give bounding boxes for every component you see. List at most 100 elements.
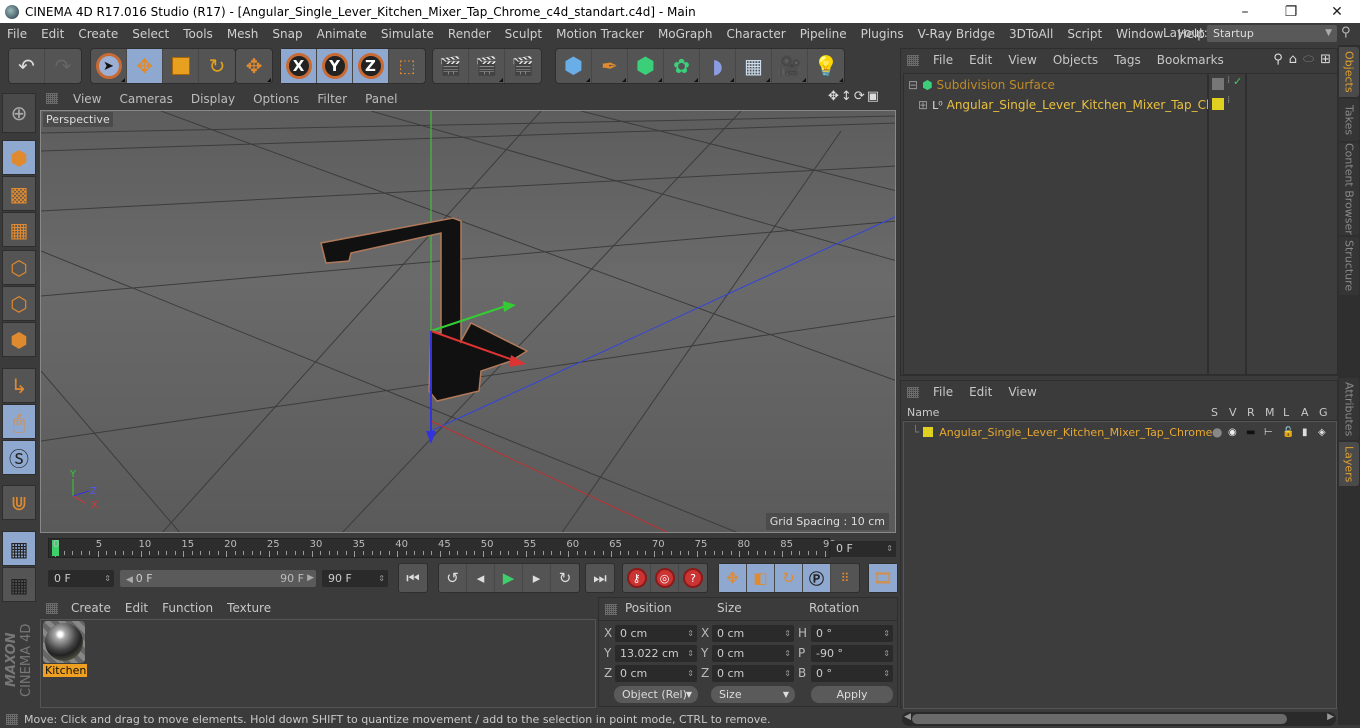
next-frame-button[interactable]: ▸ (523, 564, 551, 592)
menu-3dtoall[interactable]: 3DToAll (1002, 27, 1060, 41)
animation-icon[interactable]: ▮ (1302, 427, 1308, 438)
render-view-button[interactable]: 🎬 (433, 49, 469, 83)
expand-icon[interactable]: ⊞ (918, 98, 928, 112)
column-view[interactable]: V (1229, 406, 1237, 419)
menu-file[interactable]: File (0, 27, 34, 41)
menu-snap[interactable]: Snap (265, 27, 309, 41)
render-clapper-icon[interactable]: ▬ (1246, 427, 1255, 438)
pan-icon[interactable]: ✥ (828, 89, 839, 104)
viewport-menu-cameras[interactable]: Cameras (110, 92, 181, 106)
object-name[interactable]: Subdivision Surface (937, 78, 1055, 92)
lock-workplane-button[interactable]: ▦ (2, 531, 36, 566)
lm-menu-view[interactable]: View (1000, 385, 1044, 399)
panel-grip-icon[interactable] (46, 602, 58, 614)
generator-icon[interactable]: ◈ (1318, 427, 1326, 438)
oval-icon[interactable]: ⬭ (1303, 52, 1314, 67)
cloner-button[interactable]: ✿ (664, 49, 700, 83)
scroll-right-icon[interactable]: ▶ (1327, 712, 1334, 722)
camera-button[interactable]: 🎥 (772, 49, 808, 83)
column-manager[interactable]: M (1265, 406, 1275, 419)
current-frame-field[interactable]: 0 F ⇕ (830, 541, 896, 557)
goto-end-button[interactable]: ⏭ (586, 564, 614, 592)
panel-grip-icon[interactable] (907, 54, 919, 66)
pen-spline-button[interactable]: ✒ (592, 49, 628, 83)
menu-simulate[interactable]: Simulate (374, 27, 441, 41)
goto-start-button[interactable]: ⏮ (399, 564, 427, 592)
rotate-tool-button[interactable]: ↻ (199, 49, 235, 83)
camera-label[interactable]: Perspective (43, 112, 113, 127)
z-axis-lock-button[interactable]: Z (353, 49, 389, 83)
minimize-button[interactable]: – (1222, 0, 1268, 23)
tab-takes[interactable]: Takes (1339, 99, 1359, 141)
record-key-button[interactable]: ⚷ (623, 564, 651, 592)
end-frame-field[interactable]: 90 F ⇕ (322, 570, 388, 587)
redo-button[interactable]: ↷ (45, 49, 81, 83)
key-pla-button[interactable]: ⠿ (831, 564, 859, 592)
panel-grip-icon[interactable] (907, 386, 919, 398)
om-menu-edit[interactable]: Edit (961, 53, 1000, 67)
apply-button[interactable]: Apply (811, 686, 893, 703)
collapse-icon[interactable]: ⊟ (908, 78, 918, 92)
key-parameter-button[interactable]: Ⓟ (803, 564, 831, 592)
prev-key-button[interactable]: ↺ (439, 564, 467, 592)
autokey-button[interactable]: ◎ (651, 564, 679, 592)
menu-mograph[interactable]: MoGraph (651, 27, 720, 41)
snap-button[interactable]: ⋓ (2, 485, 36, 520)
material-menu-texture[interactable]: Texture (220, 601, 278, 615)
dolly-icon[interactable]: ↕ (841, 89, 852, 104)
position-z-field[interactable]: 0 cm ⇕ (615, 665, 697, 682)
material-menu-create[interactable]: Create (64, 601, 118, 615)
viewport-menu-options[interactable]: Options (244, 92, 308, 106)
new-panel-icon[interactable]: ⊞ (1320, 52, 1331, 67)
size-mode-select[interactable]: Size ▼ (711, 686, 795, 703)
menu-vray-bridge[interactable]: V-Ray Bridge (911, 27, 1002, 41)
x-axis-lock-button[interactable]: X (281, 49, 317, 83)
menu-motion-tracker[interactable]: Motion Tracker (549, 27, 651, 41)
rotation-p-field[interactable]: -90 ° ⇕ (811, 645, 893, 662)
tab-layers[interactable]: Layers (1339, 442, 1359, 486)
menu-edit[interactable]: Edit (34, 27, 71, 41)
unlock-icon[interactable]: 🔓 (1282, 427, 1294, 438)
menu-create[interactable]: Create (71, 27, 125, 41)
coordinate-mode-select[interactable]: Object (Rel) ▼ (614, 686, 698, 703)
om-menu-bookmarks[interactable]: Bookmarks (1149, 53, 1232, 67)
rotation-h-field[interactable]: 0 ° ⇕ (811, 625, 893, 642)
orbit-icon[interactable]: ⟳ (854, 89, 865, 104)
key-rotation-button[interactable]: ↻ (775, 564, 803, 592)
deformer-button[interactable]: ◗ (700, 49, 736, 83)
panel-grip-icon[interactable] (605, 604, 617, 615)
layer-row[interactable]: └ Angular_Single_Lever_Kitchen_Mixer_Tap… (904, 422, 1336, 442)
viewport-menu-filter[interactable]: Filter (308, 92, 356, 106)
deformer-toggle-icon[interactable] (1212, 78, 1224, 90)
play-button[interactable]: ▶ (495, 564, 523, 592)
start-frame-field[interactable]: 0 F ⇕ (48, 570, 114, 587)
make-editable-button[interactable]: ⊕ (2, 93, 36, 133)
timeline-ruler[interactable]: 051015202530354045505560657075808590 (48, 538, 836, 558)
floor-button[interactable]: ▦ (736, 49, 772, 83)
visibility-dots-icon[interactable]: ⁞ (1227, 75, 1230, 86)
column-solo[interactable]: S (1211, 406, 1218, 419)
prev-frame-button[interactable]: ◂ (467, 564, 495, 592)
menu-sculpt[interactable]: Sculpt (498, 27, 549, 41)
tab-content-browser[interactable]: Content Browser (1339, 143, 1359, 235)
rotation-b-field[interactable]: 0 ° ⇕ (811, 665, 893, 682)
menu-plugins[interactable]: Plugins (854, 27, 911, 41)
column-generators[interactable]: G (1319, 406, 1328, 419)
keyframe-selection-button[interactable]: ? (679, 564, 707, 592)
subdivision-surface-button[interactable]: ⬢ (628, 49, 664, 83)
object-row[interactable]: ⊞ L⁰ Angular_Single_Lever_Kitchen_Mixer_… (904, 95, 1245, 115)
axis-mode-button[interactable]: ↳ (2, 368, 36, 403)
home-icon[interactable]: ⌂ (1289, 52, 1297, 67)
y-axis-lock-button[interactable]: Y (317, 49, 353, 83)
column-name[interactable]: Name (907, 406, 939, 419)
om-menu-file[interactable]: File (925, 53, 961, 67)
close-button[interactable]: ✕ (1314, 0, 1360, 23)
menu-pipeline[interactable]: Pipeline (793, 27, 854, 41)
timeline-window-button[interactable]: 🎞 (869, 564, 897, 592)
move-tool-button[interactable]: ✥ (127, 49, 163, 83)
menu-mesh[interactable]: Mesh (220, 27, 266, 41)
menu-render[interactable]: Render (441, 27, 498, 41)
polygons-mode-button[interactable]: ⬢ (2, 322, 36, 357)
menu-script[interactable]: Script (1060, 27, 1109, 41)
column-animation[interactable]: A (1301, 406, 1309, 419)
